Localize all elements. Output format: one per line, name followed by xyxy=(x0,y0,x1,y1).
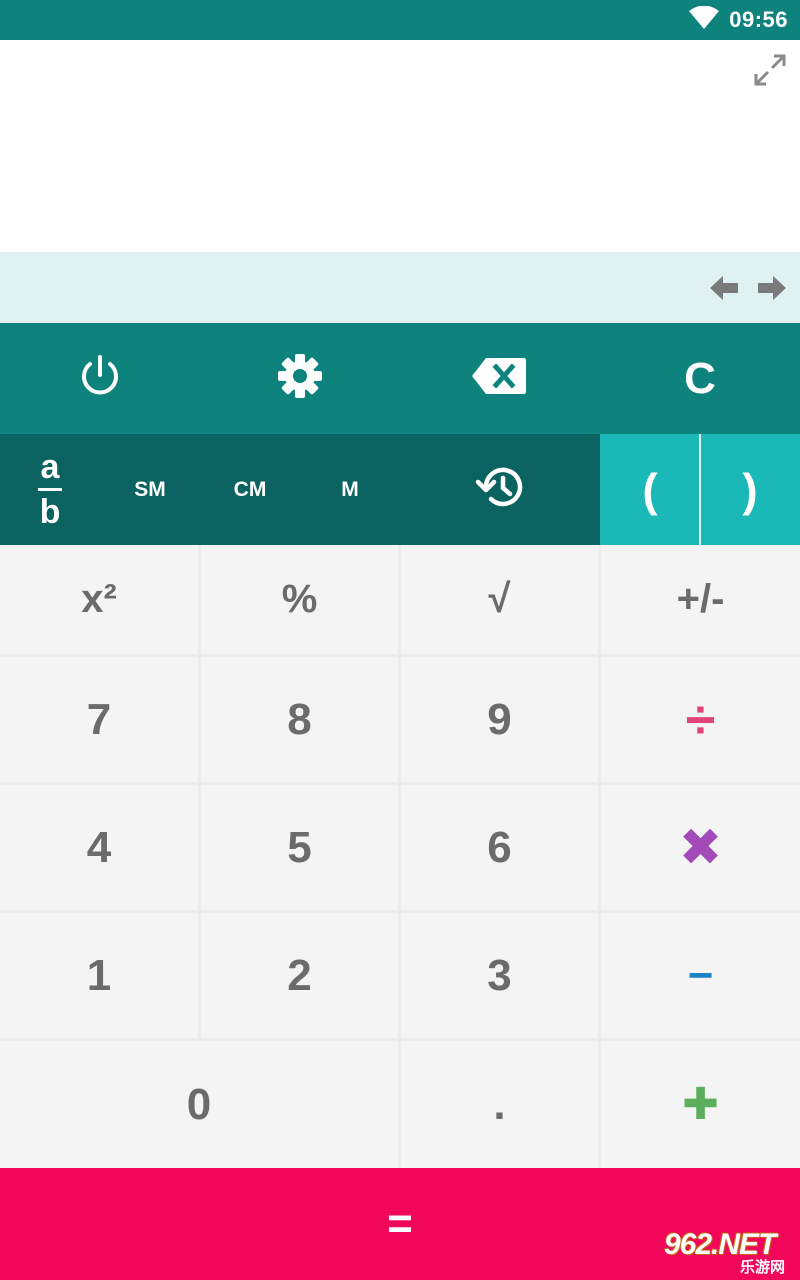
percent-key[interactable]: % xyxy=(201,545,398,654)
key-9[interactable]: 9 xyxy=(401,657,598,782)
multiply-key[interactable]: ✖ xyxy=(601,785,800,910)
mode-toolbar: a b SM CM M xyxy=(0,434,600,545)
memory-store-button[interactable]: SM xyxy=(100,434,200,545)
key-4[interactable]: 4 xyxy=(0,785,198,910)
sqrt-key[interactable]: √ xyxy=(401,545,598,654)
power-icon xyxy=(78,354,122,403)
subtract-key[interactable]: − xyxy=(601,913,800,1038)
key-5[interactable]: 5 xyxy=(201,785,398,910)
backspace-button[interactable] xyxy=(400,323,600,434)
calculator-display xyxy=(0,40,800,252)
power-button[interactable] xyxy=(0,323,200,434)
key-0[interactable]: 0 xyxy=(0,1041,398,1168)
fraction-numerator: a xyxy=(40,448,60,486)
status-right: 09:56 xyxy=(689,0,788,40)
control-row: C xyxy=(0,323,800,434)
expand-icon[interactable] xyxy=(752,52,788,88)
history-button[interactable] xyxy=(400,434,600,545)
paren-divider xyxy=(699,434,701,545)
history-icon xyxy=(475,465,525,514)
result-strip xyxy=(0,252,800,323)
fraction-line xyxy=(38,488,62,491)
fraction-button[interactable]: a b xyxy=(0,434,100,545)
decimal-key[interactable]: . xyxy=(401,1041,598,1168)
key-7[interactable]: 7 xyxy=(0,657,198,782)
key-8[interactable]: 8 xyxy=(201,657,398,782)
parenthesis-area: ( ) xyxy=(600,434,800,545)
memory-recall-button[interactable]: M xyxy=(300,434,400,545)
status-bar: 09:56 xyxy=(0,0,800,40)
arrow-right-icon[interactable] xyxy=(756,274,788,302)
clear-button[interactable]: C xyxy=(600,323,800,434)
close-paren-button[interactable]: ) xyxy=(700,434,800,545)
mode-row: a b SM CM M ( ) xyxy=(0,434,800,545)
memory-clear-button[interactable]: CM xyxy=(200,434,300,545)
key-1[interactable]: 1 xyxy=(0,913,198,1038)
divide-key[interactable]: ÷ xyxy=(601,657,800,782)
gear-icon xyxy=(277,353,323,404)
add-key[interactable]: ✚ xyxy=(601,1041,800,1168)
wifi-icon xyxy=(689,5,720,35)
key-6[interactable]: 6 xyxy=(401,785,598,910)
key-3[interactable]: 3 xyxy=(401,913,598,1038)
key-2[interactable]: 2 xyxy=(201,913,398,1038)
backspace-icon xyxy=(472,356,528,401)
clear-label: C xyxy=(684,353,716,403)
negate-key[interactable]: +/- xyxy=(601,545,800,654)
fraction-denominator: b xyxy=(39,493,61,531)
watermark-sub: 乐游网 xyxy=(740,1259,786,1276)
square-key[interactable]: x² xyxy=(0,545,198,654)
keypad: x² % √ +/- 7 8 9 ÷ 4 5 6 ✖ 1 2 3 − 0 . ✚ xyxy=(0,545,800,1168)
settings-button[interactable] xyxy=(200,323,400,434)
arrow-left-icon[interactable] xyxy=(708,274,740,302)
equals-label: = xyxy=(387,1199,413,1248)
open-paren-button[interactable]: ( xyxy=(600,434,700,545)
watermark-logo: 962.NET 乐游网 xyxy=(660,1228,794,1276)
status-time: 09:56 xyxy=(729,7,788,32)
